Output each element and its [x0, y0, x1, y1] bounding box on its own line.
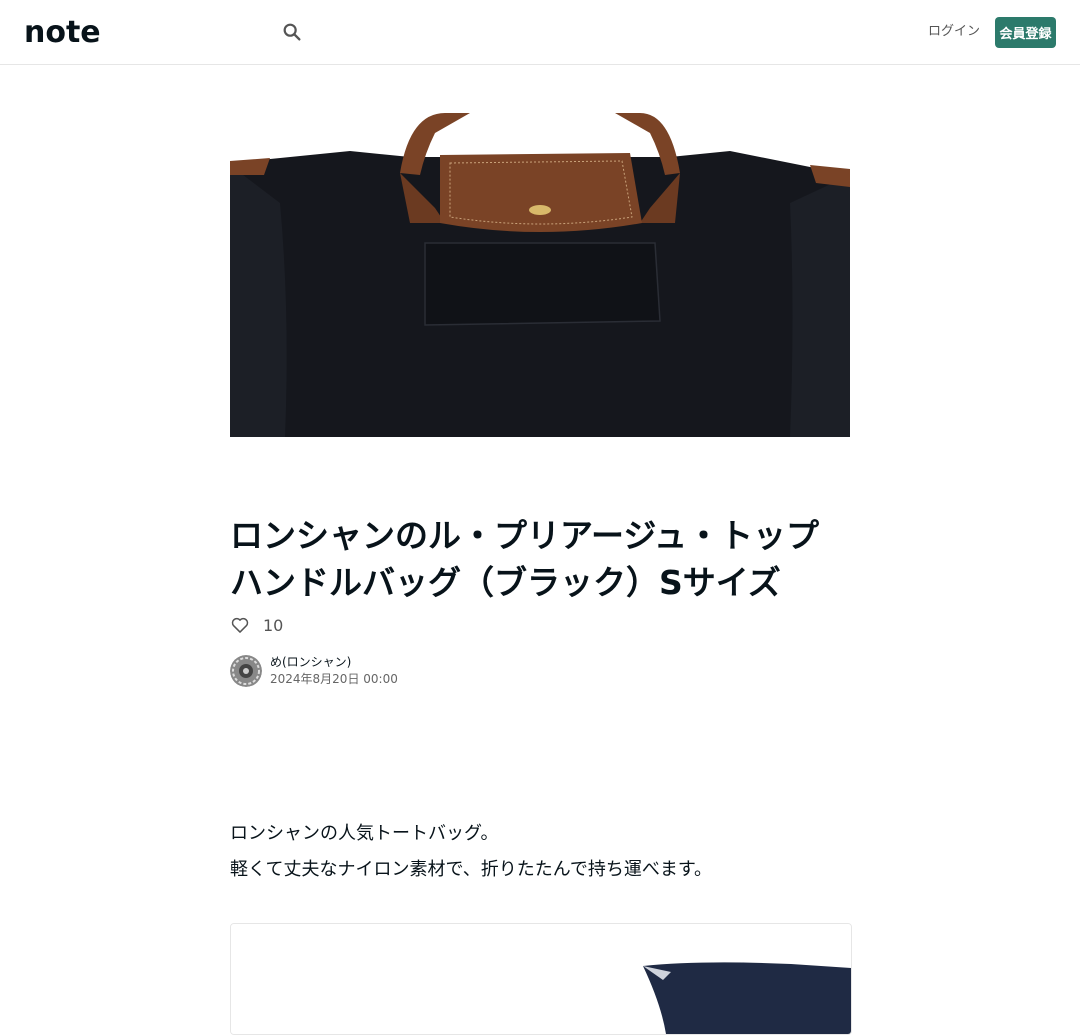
author-meta: め(ロンシャン) 2024年8月20日 00:00 [270, 654, 398, 688]
author-name[interactable]: め(ロンシャン) [270, 654, 398, 670]
embedded-image [230, 923, 852, 1035]
avatar-image [230, 655, 262, 687]
logo-text: note [24, 18, 101, 46]
search-button[interactable] [278, 18, 306, 46]
author-info: め(ロンシャン) 2024年8月20日 00:00 [230, 655, 398, 687]
like-row: 10 [230, 614, 283, 636]
folded-bag-illustration [231, 924, 851, 1034]
bag-illustration [230, 113, 850, 437]
like-count: 10 [263, 615, 284, 635]
signup-button[interactable]: 会員登録 [995, 17, 1056, 48]
article-title: ロンシャンのル・プリアージュ・トップハンドルバッグ（ブラック）Sサイズ [230, 516, 820, 602]
body-paragraph: ロンシャンの人気トートバッグ。 [230, 823, 499, 844]
publish-date: 2024年8月20日 00:00 [270, 672, 398, 686]
heart-icon[interactable] [230, 615, 250, 635]
note-logo[interactable]: note [24, 18, 124, 46]
avatar[interactable] [230, 655, 262, 687]
login-link[interactable]: ログイン [928, 22, 980, 42]
search-icon [283, 23, 301, 41]
body-paragraph: 軽くて丈夫なナイロン素材で、折りたたんで持ち運べます。 [230, 859, 713, 880]
article-body: ロンシャンの人気トートバッグ。 軽くて丈夫なナイロン素材で、折りたたんで持ち運べ… [230, 816, 850, 888]
site-header: note ログイン 会員登録 [0, 0, 1080, 65]
hero-image [230, 113, 850, 437]
